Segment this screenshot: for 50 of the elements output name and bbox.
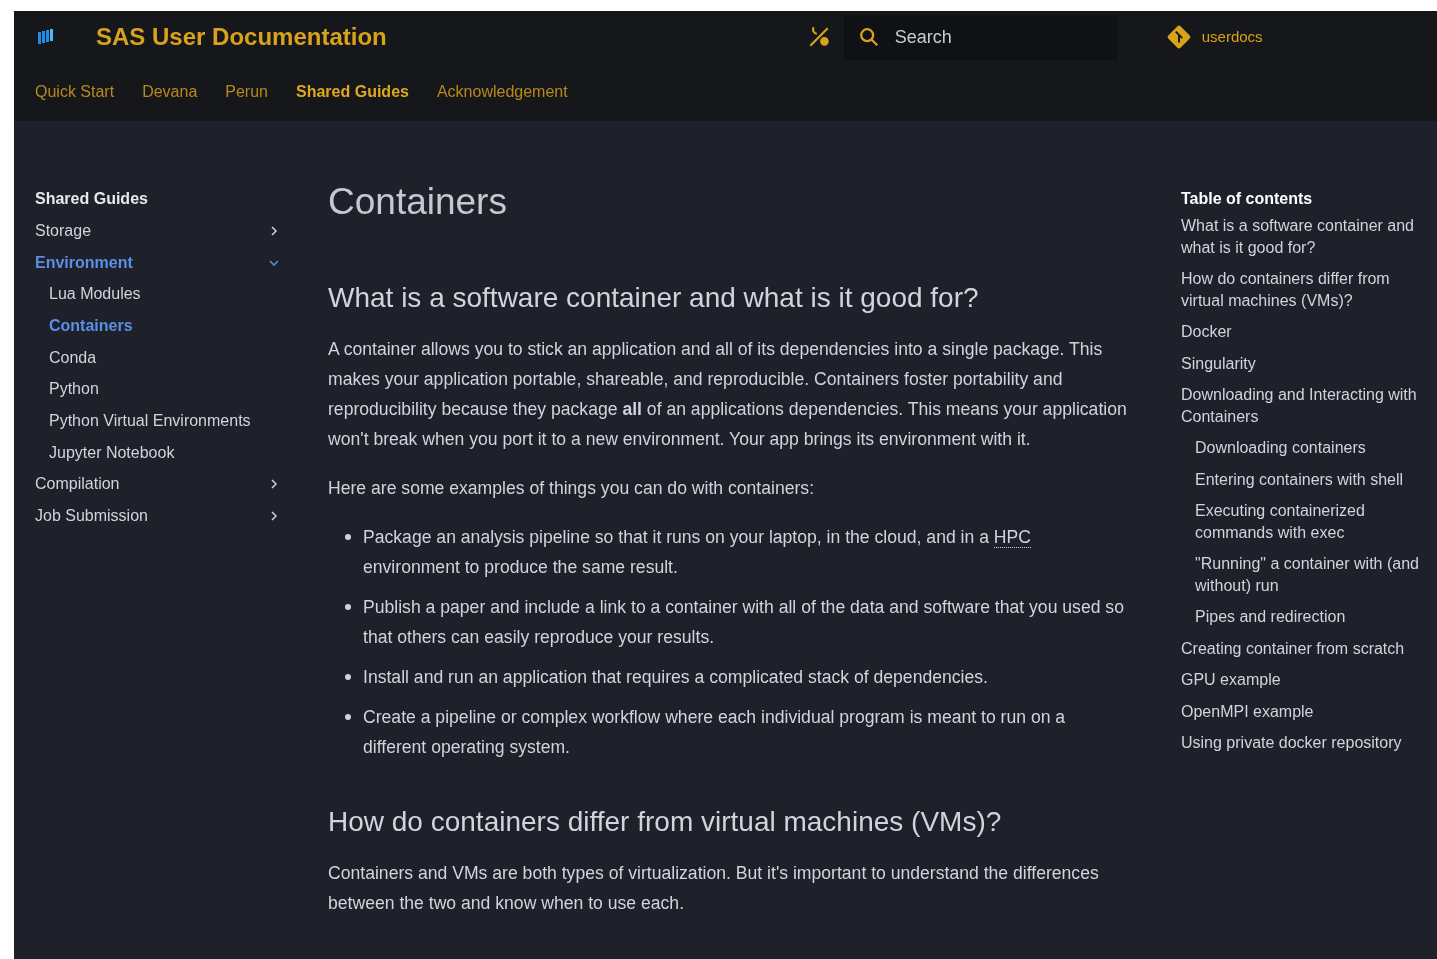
- nav-tab[interactable]: Shared Guides: [296, 80, 409, 104]
- toc-link[interactable]: How do containers differ from virtual machines (VMs)?: [1181, 268, 1431, 311]
- nav-tab[interactable]: Acknowledgement: [436, 80, 568, 104]
- sidebar-item[interactable]: Storage: [35, 218, 92, 243]
- site-title[interactable]: SAS User Documentation: [96, 19, 387, 55]
- toc-link[interactable]: Docker: [1181, 321, 1431, 343]
- sidebar-item[interactable]: Compilation: [35, 472, 120, 497]
- list-item-text: Package an analysis pipeline so that it runs on your laptop, in the cloud, and in a HPC environment to produce the same result.: [363, 526, 1033, 579]
- sidebar-item[interactable]: Lua Modules: [49, 282, 141, 307]
- sidebar-title: Shared Guides: [35, 189, 149, 209]
- toc-link[interactable]: OpenMPI example: [1181, 700, 1431, 722]
- paragraph: Here are some examples of things you can do with containers:: [328, 477, 816, 500]
- sidebar-item[interactable]: Environment: [35, 250, 133, 275]
- bullet-icon: [345, 674, 351, 680]
- toc-link[interactable]: Creating container from scratch: [1181, 637, 1431, 659]
- sidebar-item[interactable]: Conda: [49, 345, 97, 370]
- list-item-text: Publish a paper and include a link to a container with all of the data and software that you used so that others can easily reproduce your results.: [363, 596, 1125, 649]
- sidebar-item[interactable]: Python: [49, 377, 99, 402]
- sidebar-item[interactable]: Jupyter Notebook: [49, 440, 175, 465]
- toc-link[interactable]: "Running" a container with (and without) run: [1181, 553, 1431, 596]
- search-icon: [857, 25, 880, 48]
- nav-tab[interactable]: Quick Start: [35, 80, 115, 104]
- toc-link[interactable]: What is a software container and what is it good for?: [1181, 215, 1431, 258]
- toc-link[interactable]: GPU example: [1181, 669, 1431, 691]
- toc-link[interactable]: Downloading containers: [1181, 437, 1431, 459]
- section-heading: How do containers differ from virtual machines (VMs)?: [328, 805, 1003, 839]
- nav-tab[interactable]: Perun: [225, 80, 268, 104]
- toc-link[interactable]: Pipes and redirection: [1181, 606, 1431, 628]
- toc-title: Table of contents: [1181, 189, 1314, 209]
- toc-link[interactable]: Downloading and Interacting with Containers: [1181, 384, 1431, 427]
- paragraph: A container allows you to stick an application and all of its dependencies into a single package. This makes your application portable, shareable, and reproducible. Containers foster portability and reproducibility because they package all of an applications dependencies. This means your application won't break when you port it to a new environment. Your app brings its environment with it.: [328, 338, 1128, 451]
- bullet-icon: [345, 714, 351, 720]
- page-title: Containers: [328, 180, 508, 224]
- list-item-text: Create a pipeline or complex workflow where each individual program is meant to run on a different operating system.: [363, 706, 1067, 759]
- toc-link[interactable]: Singularity: [1181, 352, 1431, 374]
- nav-tab[interactable]: Devana: [142, 80, 198, 104]
- bullet-icon: [345, 534, 351, 540]
- sidebar-item[interactable]: Containers: [49, 313, 133, 338]
- search-field[interactable]: Search: [843, 14, 1118, 60]
- repo-link[interactable]: userdocs: [1165, 24, 1263, 50]
- logo-icon: [35, 27, 55, 47]
- toc-link[interactable]: Using private docker repository: [1181, 732, 1431, 754]
- toc-link[interactable]: Executing containerized commands with exec: [1181, 500, 1431, 543]
- bullet-icon: [345, 604, 351, 610]
- sidebar-item[interactable]: Job Submission: [35, 504, 148, 529]
- list-item-text: Install and run an application that requires a complicated stack of dependencies.: [363, 666, 988, 689]
- paragraph: Containers and VMs are both types of virtualization. But it's important to understand the differences between the two and know when to use each.: [328, 862, 1100, 915]
- sidebar-item[interactable]: Python Virtual Environments: [49, 408, 251, 433]
- toc-link[interactable]: Entering containers with shell: [1181, 468, 1431, 490]
- section-heading: What is a software container and what is it good for?: [328, 281, 980, 315]
